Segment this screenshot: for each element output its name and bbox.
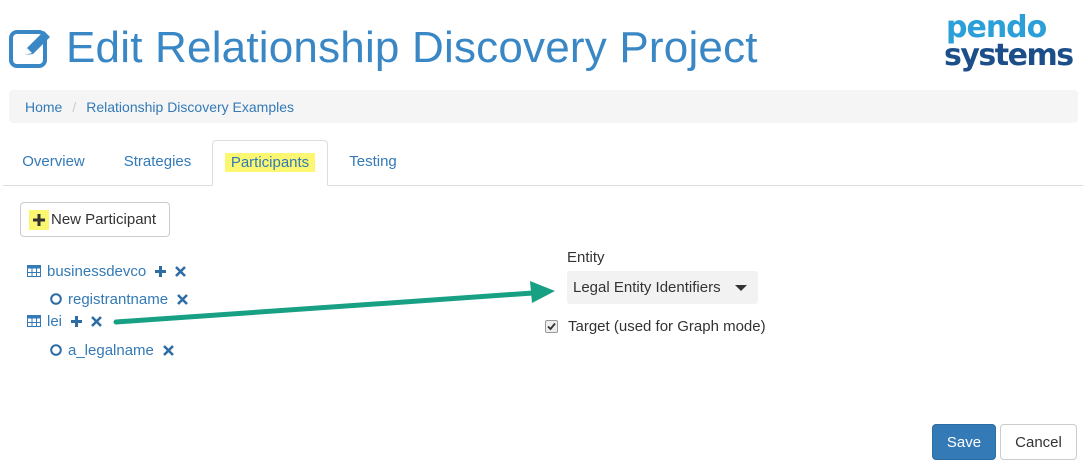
attribute-link[interactable]: registrantname	[68, 291, 168, 308]
circle-icon	[50, 344, 62, 356]
new-participant-button[interactable]: New Participant	[20, 202, 170, 237]
entity-select-value: Legal Entity Identifiers	[573, 279, 721, 296]
cancel-button[interactable]: Cancel	[1000, 424, 1077, 460]
logo-line2: systems	[944, 38, 1074, 73]
add-icon[interactable]	[71, 315, 83, 327]
entity-select[interactable]: Legal Entity Identifiers	[567, 271, 758, 304]
tab-testing-label: Testing	[349, 153, 397, 170]
checkmark-icon	[547, 322, 556, 331]
add-icon[interactable]	[155, 265, 167, 277]
participant-link[interactable]: businessdevco	[47, 263, 146, 280]
participant-link[interactable]: lei	[47, 313, 62, 330]
tab-strategies[interactable]: Strategies	[111, 140, 204, 184]
remove-icon[interactable]	[177, 293, 188, 305]
edit-icon	[9, 30, 50, 68]
remove-icon[interactable]	[162, 344, 174, 356]
entity-label: Entity	[567, 249, 605, 266]
tab-participants-label: Participants	[224, 153, 316, 172]
remove-icon[interactable]	[91, 315, 102, 327]
breadcrumb-separator: /	[72, 98, 77, 115]
attribute-link[interactable]: a_legalname	[68, 342, 154, 359]
breadcrumb: Home / Relationship Discovery Examples	[9, 90, 1078, 123]
participant-row: businessdevco	[27, 260, 187, 282]
participant-row: lei	[27, 310, 102, 332]
tab-bar: Overview Strategies Participants Testing	[3, 140, 1083, 186]
target-option: Target (used for Graph mode)	[545, 318, 766, 335]
tab-participants[interactable]: Participants	[212, 140, 328, 186]
attribute-row: a_legalname	[50, 339, 174, 361]
tab-strategies-label: Strategies	[123, 153, 192, 170]
new-participant-label: New Participant	[51, 211, 157, 228]
pendo-systems-logo: pendo systems	[944, 13, 1080, 80]
breadcrumb-project[interactable]: Relationship Discovery Examples	[86, 99, 294, 115]
page-header: Edit Relationship Discovery Project	[8, 18, 758, 78]
attribute-row: registrantname	[50, 288, 188, 310]
tab-overview[interactable]: Overview	[3, 140, 104, 184]
tab-testing[interactable]: Testing	[335, 140, 411, 184]
circle-icon	[50, 293, 62, 305]
remove-icon[interactable]	[175, 265, 187, 277]
page-title: Edit Relationship Discovery Project	[66, 23, 758, 72]
tab-overview-label: Overview	[22, 153, 85, 170]
target-checkbox[interactable]	[545, 320, 558, 333]
target-label: Target (used for Graph mode)	[568, 318, 766, 335]
table-icon	[27, 265, 41, 277]
caret-down-icon	[735, 285, 747, 291]
breadcrumb-home[interactable]: Home	[25, 99, 62, 115]
save-button[interactable]: Save	[932, 424, 996, 460]
table-icon	[27, 315, 41, 327]
plus-icon	[29, 209, 49, 230]
